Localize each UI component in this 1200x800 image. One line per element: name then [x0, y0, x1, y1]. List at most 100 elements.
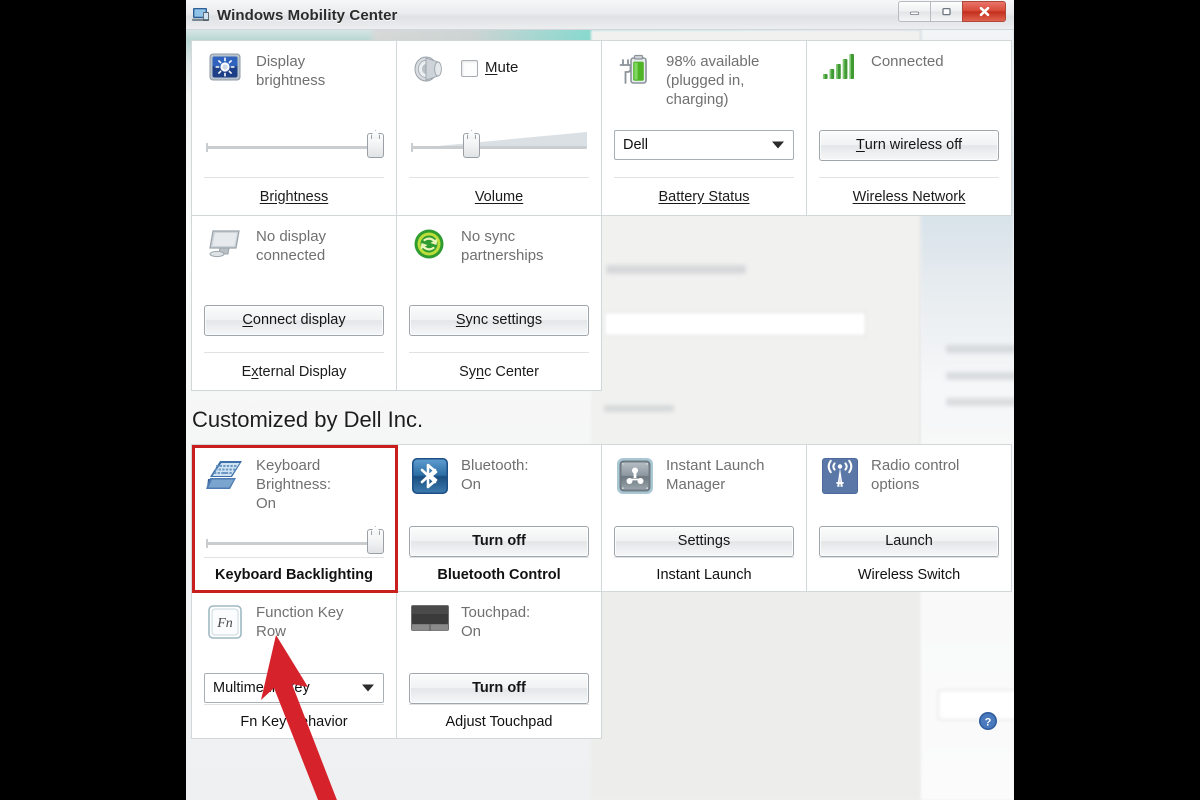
minimize-button[interactable] [898, 1, 930, 22]
fn-key-behavior-combobox[interactable]: Multimedia key [204, 673, 384, 703]
mute-label-rest: ute [497, 59, 519, 76]
help-question-icon[interactable]: ? [978, 711, 998, 731]
tile-brightness[interactable]: Display brightness Brightness [191, 40, 397, 216]
status-line-2: On [461, 622, 482, 640]
tile-icon-slot: Fn [204, 602, 246, 640]
tile-status-text: Touchpad: On [461, 602, 530, 642]
tile-footer-link[interactable]: Instant Launch [614, 557, 794, 591]
footer-label: Brightness [259, 188, 329, 205]
footer-label: Instant Launch [656, 566, 752, 583]
instant-launch-settings-button[interactable]: Settings [614, 525, 794, 557]
wireless-switch-launch-button[interactable]: Launch [819, 525, 999, 557]
wifi-signal-icon [823, 54, 854, 79]
tile-footer-link[interactable]: Sy n c Center [409, 352, 589, 390]
tile-icon-slot [204, 51, 246, 83]
tile-icon-slot [409, 226, 451, 260]
monitor-icon [209, 230, 240, 258]
dell-tiles-grid: Keyboard Brightness: On Keyboard Backlig… [186, 444, 1014, 739]
tile-status-text: No sync partnerships [461, 226, 544, 266]
tile-control-area [204, 525, 384, 557]
battery-plan-combobox[interactable]: Dell [614, 130, 794, 160]
button-label-rest: onnect display [252, 312, 346, 328]
footer-accesskey: n [476, 363, 485, 380]
chevron-down-icon [772, 141, 784, 149]
slider-thumb[interactable] [367, 529, 384, 554]
tile-control-area [409, 113, 589, 177]
maximize-icon [942, 7, 951, 16]
tile-icon-slot [409, 51, 451, 85]
status-line-1: Display [256, 53, 306, 70]
tile-bluetooth-control[interactable]: Bluetooth: On Turn off Bluetooth Control [396, 444, 602, 592]
tile-instant-launch[interactable]: Instant Launch Manager Settings Instant … [601, 444, 807, 592]
radio-tower-icon [822, 458, 858, 494]
chevron-down-icon [362, 684, 374, 692]
tile-header: Bluetooth: On [409, 455, 589, 525]
tile-keyboard-backlighting[interactable]: Keyboard Brightness: On Keyboard Backlig… [191, 444, 398, 593]
tile-footer-link[interactable]: Volume [409, 177, 589, 215]
tile-footer-link[interactable]: Brightness [204, 177, 384, 215]
display-brightness-icon [209, 53, 241, 81]
tile-footer-link[interactable]: Ex ternal Display [204, 352, 384, 390]
tile-icon-slot [204, 455, 246, 491]
keyboard-brightness-slider[interactable] [204, 528, 384, 554]
mute-checkbox[interactable] [461, 59, 478, 77]
close-icon [979, 6, 989, 17]
tile-control-area: Turn wireless off [819, 113, 999, 177]
tile-wireless-switch[interactable]: Radio control options Launch Wireless Sw… [806, 444, 1012, 592]
tile-icon-slot [204, 226, 246, 258]
tile-external-display[interactable]: No display connected Connect display Ext… [191, 215, 397, 391]
tile-header: No display connected [204, 226, 384, 288]
tile-volume[interactable]: Mute Volume [396, 40, 602, 216]
mute-checkbox-row[interactable]: Mute [461, 53, 518, 78]
tile-control-area: Dell [614, 113, 794, 177]
tile-battery-status[interactable]: 98% available (plugged in, charging) Del… [601, 40, 807, 216]
tile-status-text: Function Key Row [256, 602, 344, 642]
window-titlebar[interactable]: Windows Mobility Center [186, 0, 1014, 30]
status-line-2: partnerships [461, 246, 544, 264]
battery-charging-icon [619, 54, 647, 84]
sync-icon [414, 229, 444, 259]
tile-footer-link[interactable]: Fn Key Behavior [204, 704, 384, 738]
tile-control-area [204, 113, 384, 177]
tile-icon-slot [409, 455, 451, 495]
standard-tiles-grid: Display brightness Brightness Mute Volum… [186, 30, 1014, 391]
turn-wireless-off-button[interactable]: Turn wireless off [819, 129, 999, 161]
status-line-3: charging) [666, 90, 729, 108]
touchpad-icon [411, 605, 449, 631]
close-button[interactable] [962, 1, 1006, 22]
tile-status-text: Keyboard Brightness: On [256, 455, 331, 514]
slider-thumb[interactable] [367, 133, 384, 158]
tile-footer-link[interactable]: Adjust Touchpad [409, 704, 589, 738]
tile-status-text: Display brightness [256, 51, 325, 91]
maximize-button[interactable] [930, 1, 962, 22]
status-line-2: On [461, 475, 482, 493]
slider-thumb[interactable] [463, 133, 480, 158]
footer-accesskey: x [251, 363, 259, 380]
tile-status-text: Mute [461, 51, 518, 78]
tile-icon-slot [614, 51, 656, 87]
tile-header: No sync partnerships [409, 226, 589, 288]
tile-sync-center[interactable]: No sync partnerships Sync settings Sy n c … [396, 215, 602, 391]
footer-label-pre: Sy [459, 363, 477, 380]
status-line-1: Bluetooth: [461, 457, 529, 474]
tile-footer-link[interactable]: Keyboard Backlighting [204, 557, 384, 591]
tile-footer-link[interactable]: Battery Status [614, 177, 794, 215]
touchpad-turn-off-button[interactable]: Turn off [409, 672, 589, 704]
bluetooth-icon [412, 458, 448, 494]
tile-footer-link[interactable]: Wireless Network [819, 177, 999, 215]
tile-header: Touchpad: On [409, 602, 589, 672]
bluetooth-turn-off-button[interactable]: Turn off [409, 525, 589, 557]
sync-settings-button[interactable]: Sync settings [409, 304, 589, 336]
status-line-2: Manager [666, 475, 726, 493]
tile-footer-link[interactable]: Wireless Switch [819, 557, 999, 591]
connect-display-button[interactable]: Connect display [204, 304, 384, 336]
tile-icon-slot [819, 51, 861, 83]
tile-fn-key-behavior[interactable]: Fn Function Key Row Multimedia key Fn Ke… [191, 591, 397, 739]
volume-slider[interactable] [409, 132, 589, 158]
tile-footer-link[interactable]: Bluetooth Control [409, 557, 589, 591]
brightness-slider[interactable] [204, 132, 384, 158]
tile-control-area: Connect display [204, 288, 384, 352]
tile-adjust-touchpad[interactable]: Touchpad: On Turn off Adjust Touchpad [396, 591, 602, 739]
tile-wireless-network[interactable]: Connected Turn wireless off Wireless Net… [806, 40, 1012, 216]
footer-label-post: ternal Display [258, 363, 347, 380]
